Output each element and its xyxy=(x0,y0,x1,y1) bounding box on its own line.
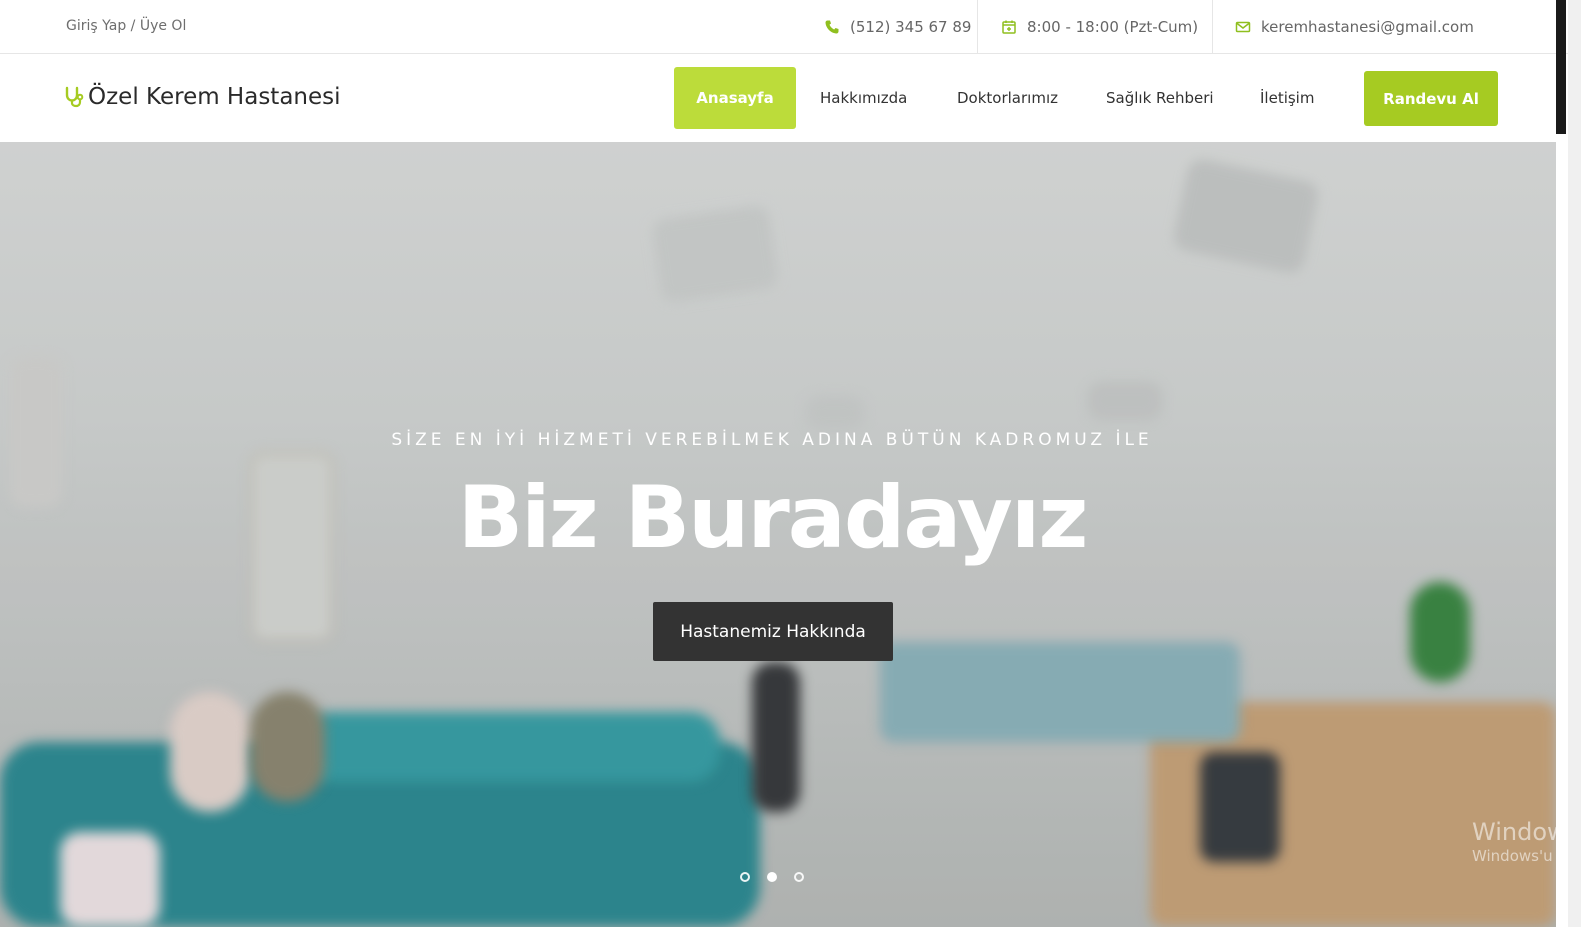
slider-dots xyxy=(740,872,804,882)
top-bar: Giriş Yap / Üye Ol (512) 345 67 89 8:00 … xyxy=(0,0,1568,54)
divider xyxy=(977,0,978,54)
divider xyxy=(1212,0,1213,54)
opening-hours: 8:00 - 18:00 (Pzt-Cum) xyxy=(1027,18,1199,36)
brand-name: Özel Kerem Hastanesi xyxy=(88,84,341,110)
email-address[interactable]: keremhastanesi@gmail.com xyxy=(1261,18,1474,36)
envelope-icon xyxy=(1235,21,1251,33)
login-register-link[interactable]: Giriş Yap / Üye Ol xyxy=(66,18,186,34)
nav-health-guide[interactable]: Sağlık Rehberi xyxy=(1106,54,1214,142)
phone-icon xyxy=(825,20,839,34)
stethoscope-icon xyxy=(65,86,84,108)
calendar-icon xyxy=(1002,20,1016,34)
scroll-gap xyxy=(1556,142,1568,927)
hero-subtitle: SİZE EN İYİ HİZMETİ VEREBİLMEK ADINA BÜT… xyxy=(391,430,1153,450)
slider-dot[interactable] xyxy=(740,872,750,882)
scrollbar-thumb[interactable] xyxy=(1556,0,1566,134)
hero-slider: SİZE EN İYİ HİZMETİ VEREBİLMEK ADINA BÜT… xyxy=(0,142,1556,927)
nav-about[interactable]: Hakkımızda xyxy=(820,54,907,142)
main-navbar: Özel Kerem Hastanesi Anasayfa Hakkımızda… xyxy=(0,54,1568,142)
phone-info: (512) 345 67 89 xyxy=(824,0,971,54)
appointment-button[interactable]: Randevu Al xyxy=(1364,71,1498,126)
slider-dot[interactable] xyxy=(794,872,804,882)
scrollbar-track[interactable] xyxy=(1568,0,1581,927)
nav-home[interactable]: Anasayfa xyxy=(674,67,796,129)
windows-activation-watermark: Windows Windows'u xyxy=(1472,818,1556,865)
phone-number[interactable]: (512) 345 67 89 xyxy=(850,18,971,36)
email-info: keremhastanesi@gmail.com xyxy=(1235,0,1474,54)
about-hospital-button[interactable]: Hastanemiz Hakkında xyxy=(653,602,893,661)
slider-dot-active[interactable] xyxy=(767,872,777,882)
hero-title: Biz Buradayız xyxy=(457,468,1089,568)
brand-logo[interactable]: Özel Kerem Hastanesi xyxy=(64,84,341,110)
nav-contact[interactable]: İletişim xyxy=(1260,54,1314,142)
hours-info: 8:00 - 18:00 (Pzt-Cum) xyxy=(1001,0,1198,54)
nav-doctors[interactable]: Doktorlarımız xyxy=(957,54,1058,142)
